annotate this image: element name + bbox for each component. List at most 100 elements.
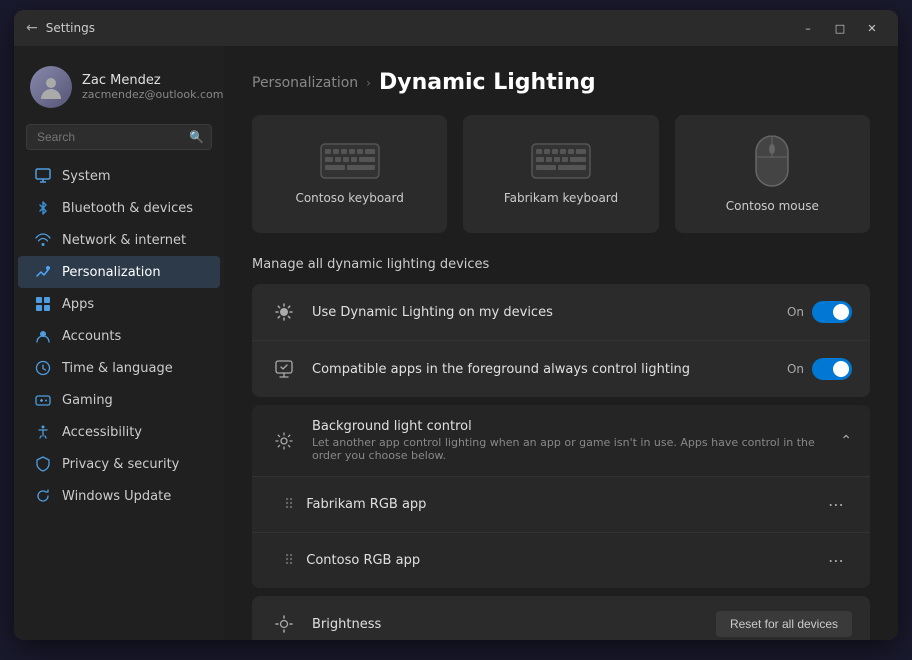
settings-window: ← Settings – □ ✕ [14,10,898,640]
compatible-icon [270,355,298,383]
collapse-button[interactable]: ⌃ [840,433,852,449]
contoso-more-button[interactable]: ⋯ [820,547,852,574]
device-card-label: Contoso keyboard [295,191,403,205]
drag-handle[interactable]: ⠿ [284,553,294,569]
search-input[interactable] [26,124,212,150]
sidebar-item-windows-update[interactable]: Windows Update [18,480,220,512]
search-box[interactable]: 🔍 [26,124,212,150]
search-icon: 🔍 [189,130,204,144]
sidebar-item-label: Accessibility [62,425,142,440]
apps-icon [34,295,52,313]
setting-text: Brightness [312,617,716,632]
sidebar-item-label: Accounts [62,329,121,344]
brightness-reset-button[interactable]: Reset for all devices [716,611,852,637]
close-button[interactable]: ✕ [858,14,886,42]
device-card-contoso-mouse[interactable]: Contoso mouse [675,115,870,233]
user-name: Zac Mendez [82,73,223,88]
sidebar-item-time[interactable]: Time & language [18,352,220,384]
setting-title: Compatible apps in the foreground always… [312,362,787,377]
setting-text: Fabrikam RGB app [306,497,820,512]
user-email: zacmendez@outlook.com [82,88,223,101]
gear-icon [270,427,298,455]
background-light-group: Background light control Let another app… [252,405,870,588]
sidebar-item-privacy[interactable]: Privacy & security [18,448,220,480]
setting-text: Use Dynamic Lighting on my devices [312,305,787,320]
breadcrumb-current: Dynamic Lighting [379,70,596,95]
time-icon [34,359,52,377]
sidebar-item-accounts[interactable]: Accounts [18,320,220,352]
sidebar-item-label: Personalization [62,265,161,280]
sidebar-item-label: Bluetooth & devices [62,201,193,216]
compatible-apps-row: Compatible apps in the foreground always… [252,341,870,397]
manage-section-header: Manage all dynamic lighting devices [252,257,870,272]
main-content: Zac Mendez zacmendez@outlook.com 🔍 Syste… [14,46,898,640]
system-icon [34,167,52,185]
setting-text: Compatible apps in the foreground always… [312,362,787,377]
fabrikam-more-button[interactable]: ⋯ [820,491,852,518]
sidebar-item-personalization[interactable]: Personalization [18,256,220,288]
breadcrumb-separator: › [366,76,371,90]
drag-handle[interactable]: ⠿ [284,497,294,513]
privacy-icon [34,455,52,473]
sidebar-item-network[interactable]: Network & internet [18,224,220,256]
sidebar-item-label: Time & language [62,361,173,376]
toggle-label: On [787,305,804,319]
personalization-icon [34,263,52,281]
setting-desc: Let another app control lighting when an… [312,436,830,462]
brightness-icon [270,610,298,638]
window-title: Settings [46,21,95,35]
setting-text: Contoso RGB app [306,553,820,568]
sidebar-item-label: Windows Update [62,489,171,504]
sidebar-item-gaming[interactable]: Gaming [18,384,220,416]
toggle-control: On [787,358,852,380]
sidebar-item-label: Apps [62,297,94,312]
setting-text: Background light control Let another app… [312,419,830,462]
minimize-button[interactable]: – [794,14,822,42]
sun-icon [270,298,298,326]
background-light-row: Background light control Let another app… [252,405,870,477]
sidebar-item-apps[interactable]: Apps [18,288,220,320]
keyboard-icon [531,143,591,179]
network-icon [34,231,52,249]
titlebar-controls: – □ ✕ [794,14,886,42]
device-card-contoso-keyboard[interactable]: Contoso keyboard [252,115,447,233]
back-button[interactable]: ← [26,20,38,36]
sidebar-item-accessibility[interactable]: Accessibility [18,416,220,448]
collapse-control: ⌃ [830,433,852,449]
setting-title: Use Dynamic Lighting on my devices [312,305,787,320]
toggle-label: On [787,362,804,376]
contoso-rgb-row: ⠿ Contoso RGB app ⋯ [252,533,870,588]
avatar-image [30,66,72,108]
reset-control: Reset for all devices [716,611,852,637]
user-section: Zac Mendez zacmendez@outlook.com [14,58,224,124]
device-cards: Contoso keyboard [252,115,870,233]
maximize-button[interactable]: □ [826,14,854,42]
keyboard-icon [320,143,380,179]
use-dynamic-lighting-row: Use Dynamic Lighting on my devices On [252,284,870,341]
sidebar-item-bluetooth[interactable]: Bluetooth & devices [18,192,220,224]
sidebar-item-system[interactable]: System [18,160,220,192]
accessibility-icon [34,423,52,441]
compatible-apps-toggle[interactable] [812,358,852,380]
more-control: ⋯ [820,547,852,574]
more-control: ⋯ [820,491,852,518]
bluetooth-icon [34,199,52,217]
device-card-label: Contoso mouse [726,199,819,213]
toggle-control: On [787,301,852,323]
gaming-icon [34,391,52,409]
accounts-icon [34,327,52,345]
content-area: Personalization › Dynamic Lighting [224,46,898,640]
sidebar: Zac Mendez zacmendez@outlook.com 🔍 Syste… [14,46,224,640]
setting-title: Brightness [312,617,716,632]
device-card-fabrikam-keyboard[interactable]: Fabrikam keyboard [463,115,658,233]
fabrikam-rgb-row: ⠿ Fabrikam RGB app ⋯ [252,477,870,533]
titlebar: ← Settings – □ ✕ [14,10,898,46]
toggle-settings-group: Use Dynamic Lighting on my devices On [252,284,870,397]
use-dynamic-lighting-toggle[interactable] [812,301,852,323]
avatar [30,66,72,108]
update-icon [34,487,52,505]
breadcrumb-parent[interactable]: Personalization [252,75,358,91]
breadcrumb: Personalization › Dynamic Lighting [252,70,870,95]
mouse-icon [754,135,790,187]
sidebar-item-label: System [62,169,110,184]
